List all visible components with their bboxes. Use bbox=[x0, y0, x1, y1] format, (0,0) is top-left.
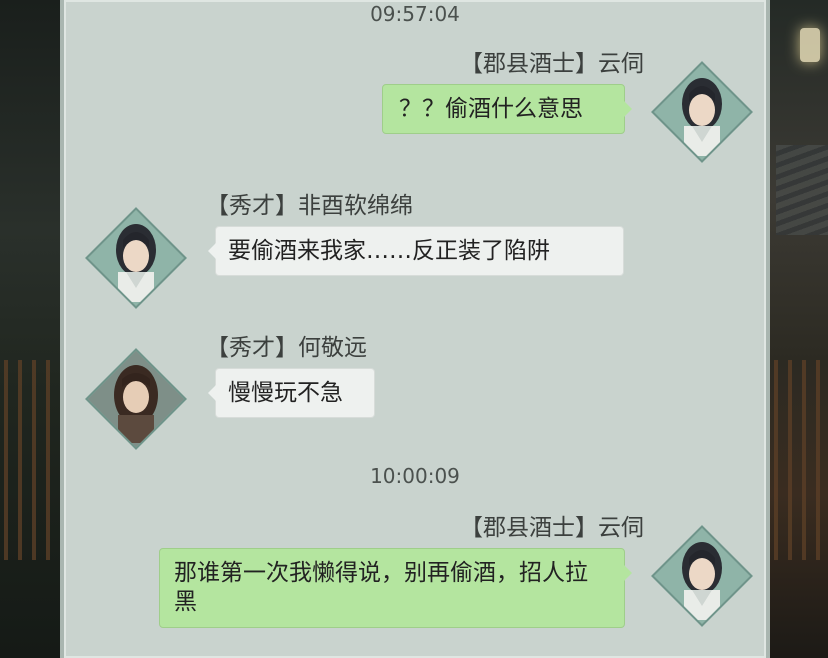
message-text: 要偷酒来我家……反正装了陷阱 bbox=[228, 238, 550, 264]
sender-avatar[interactable] bbox=[85, 348, 187, 450]
long-hair-man-portrait-icon bbox=[88, 351, 184, 447]
dark-hair-scholar-portrait-icon bbox=[116, 224, 156, 302]
message-text: ？？偷酒什么意思 bbox=[399, 96, 583, 122]
sender-name: 【郡县酒士】云伺 bbox=[460, 51, 644, 77]
message-bubble-self[interactable]: 那谁第一次我懒得说，别再偷酒，招人拉黑 bbox=[159, 548, 632, 628]
dark-hair-scholar-portrait-icon bbox=[682, 542, 722, 620]
message-bubble-other[interactable]: 要偷酒来我家……反正装了陷阱 bbox=[208, 226, 624, 276]
chat-timestamp: 10:00:09 bbox=[370, 464, 460, 488]
sender-name: 【秀才】非酉软绵绵 bbox=[206, 193, 413, 219]
message-text: 慢慢玩不急 bbox=[228, 380, 343, 406]
wooden-railing bbox=[774, 360, 824, 560]
chat-timestamp: 09:57:04 bbox=[370, 2, 460, 26]
message-text: 那谁第一次我懒得说，别再偷酒，招人拉黑 bbox=[174, 560, 588, 615]
message-bubble-other[interactable]: 慢慢玩不急 bbox=[208, 368, 375, 418]
player-avatar[interactable] bbox=[651, 525, 753, 627]
lantern-light bbox=[800, 28, 820, 62]
message-bubble-self[interactable]: ？？偷酒什么意思 bbox=[382, 84, 632, 134]
wooden-railing bbox=[4, 360, 54, 560]
game-scene-right bbox=[770, 0, 828, 658]
dark-hair-scholar-portrait-icon bbox=[682, 78, 722, 156]
chat-panel[interactable]: 09:57:04 【郡县酒士】云伺 ？？偷酒什么意思 【秀才】非酉软绵绵 要偷酒… bbox=[60, 0, 770, 658]
sender-name: 【秀才】何敬远 bbox=[206, 335, 367, 361]
sender-name: 【郡县酒士】云伺 bbox=[460, 515, 644, 541]
sender-avatar[interactable] bbox=[85, 207, 187, 309]
game-scene-left bbox=[0, 0, 60, 658]
player-avatar[interactable] bbox=[651, 61, 753, 163]
tiled-roof bbox=[776, 145, 828, 235]
